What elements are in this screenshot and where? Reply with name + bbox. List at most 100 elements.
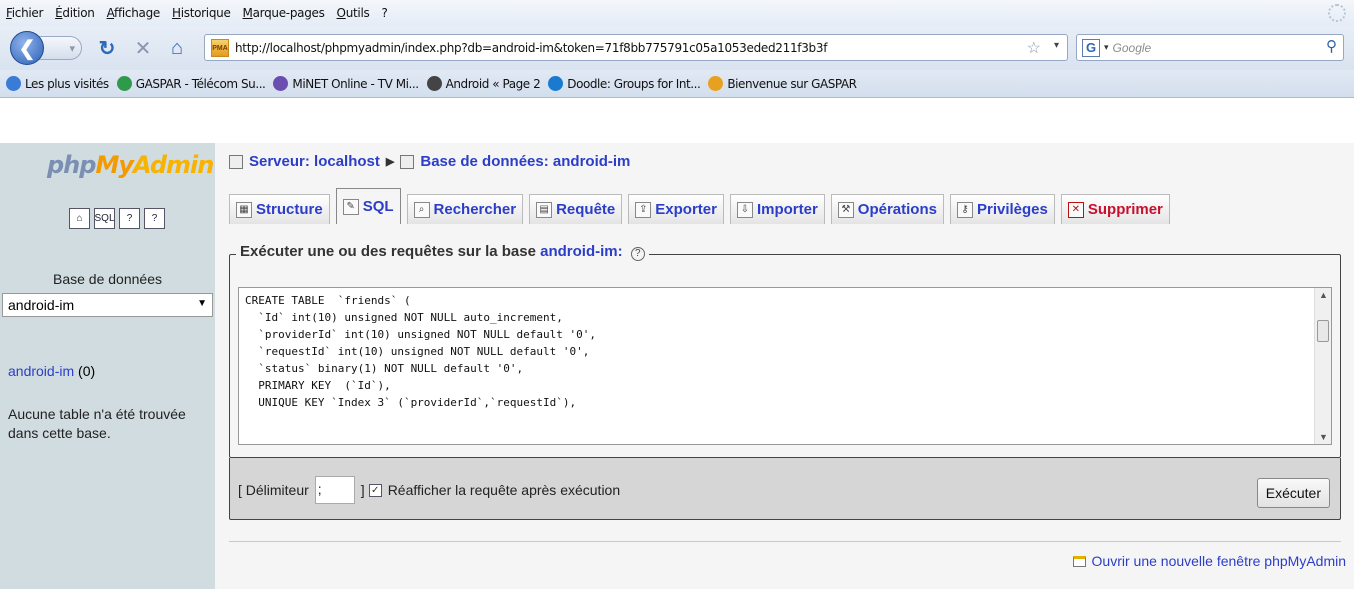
bookmark-item[interactable]: GASPAR - Télécom Su... <box>116 76 266 91</box>
new-window-link[interactable]: Ouvrir une nouvelle fenêtre phpMyAdmin <box>1072 553 1346 569</box>
tab-structure[interactable]: ▦ Structure <box>229 194 330 224</box>
sql-query-icon[interactable]: SQL <box>94 208 115 229</box>
menu-item[interactable]: Affichage <box>107 6 161 20</box>
search-engine-dropdown-icon[interactable]: ▾ <box>1104 42 1109 53</box>
url-text[interactable]: http://localhost/phpmyadmin/index.php?db… <box>235 41 827 55</box>
reload-icon[interactable]: ↻ <box>96 37 118 60</box>
bookmark-item[interactable]: MiNET Online - TV Mi... <box>273 76 419 91</box>
tab-label: Importer <box>756 201 818 218</box>
bookmark-item[interactable]: Android « Page 2 <box>426 76 541 91</box>
bookmark-item[interactable]: Les plus visités <box>6 76 109 91</box>
sql-query-textarea[interactable]: CREATE TABLE `friends` ( `Id` int(10) un… <box>238 287 1332 445</box>
chevron-down-icon: ▼ <box>197 298 207 309</box>
bookmark-star-icon[interactable]: ☆ <box>1027 38 1041 58</box>
menu-item[interactable]: Fichier <box>6 6 43 20</box>
tab-privileges[interactable]: ⚷ Privilèges <box>949 194 1055 224</box>
breadcrumb-database[interactable]: Base de données: android-im <box>420 153 630 170</box>
forward-button[interactable]: ▾ <box>38 36 82 60</box>
divider <box>229 541 1341 542</box>
home-icon[interactable]: ⌂ <box>166 37 188 59</box>
menu-item[interactable]: Outils <box>337 6 370 20</box>
tab-search[interactable]: ⌕ Rechercher <box>406 194 524 224</box>
database-link[interactable]: android-im <box>8 363 74 379</box>
new-window-label[interactable]: Ouvrir une nouvelle fenêtre phpMyAdmin <box>1092 553 1346 569</box>
stop-icon[interactable]: ✕ <box>132 37 154 60</box>
navigation-toolbar: ▾ ❮ ↻ ✕ ⌂ PMA http://localhost/phpmyadmi… <box>0 26 1354 70</box>
left-icon-bar: ⌂ SQL ? ? <box>69 208 165 229</box>
breadcrumb-server[interactable]: Serveur: localhost <box>249 153 380 170</box>
import-icon: ⇩ <box>736 201 753 218</box>
bookmark-label: MiNET Online - TV Mi... <box>292 76 419 91</box>
no-table-message: Aucune table n'a été trouvée dans cette … <box>8 406 186 441</box>
scroll-down-icon[interactable]: ▼ <box>1319 432 1328 442</box>
legend-database-name: android-im: <box>540 243 623 260</box>
help-docs-icon[interactable]: ? <box>144 208 165 229</box>
execute-button[interactable]: Exécuter <box>1256 478 1330 508</box>
tab-label: Rechercher <box>433 201 517 218</box>
server-icon <box>229 154 243 169</box>
bookmark-favicon-icon <box>426 76 442 91</box>
delimiter-label: [ Délimiteur <box>238 482 309 498</box>
bookmark-label: Bienvenue sur GASPAR <box>727 76 857 91</box>
search-placeholder: Google <box>1112 40 1152 55</box>
privileges-icon: ⚷ <box>956 201 973 218</box>
throbber-icon <box>1328 4 1346 22</box>
menu-item[interactable]: ? <box>381 6 387 20</box>
bookmark-favicon-icon <box>6 76 21 91</box>
bookmark-label: Android « Page 2 <box>445 76 541 91</box>
sql-legend: Exécuter une ou des requêtes sur la base… <box>236 243 649 261</box>
database-link-line: android-im (0) <box>8 363 95 379</box>
main-content-frame: Serveur: localhost ▶ Base de données: an… <box>215 143 1354 589</box>
textarea-scrollbar[interactable]: ▲ ▼ <box>1314 288 1331 444</box>
execute-bar: [ Délimiteur ; ] ✓ Réafficher la requête… <box>229 458 1341 520</box>
docs-icon[interactable]: ? <box>119 208 140 229</box>
search-icon: ⌕ <box>413 201 430 218</box>
delimiter-input[interactable]: ; <box>314 476 355 504</box>
query-icon: ▤ <box>536 201 553 218</box>
reshow-query-label[interactable]: Réafficher la requête après exécution <box>388 482 620 498</box>
phpmyadmin-favicon-icon: PMA <box>211 38 229 57</box>
menu-item[interactable]: Marque-pages <box>243 6 325 20</box>
left-navigation-frame: phpMyAdmin ⌂ SQL ? ? Base de données and… <box>0 143 215 589</box>
bookmark-label: Les plus visités <box>25 76 109 91</box>
tab-label: SQL <box>362 198 394 215</box>
scroll-up-icon[interactable]: ▲ <box>1319 290 1328 300</box>
back-button[interactable]: ❮ <box>10 31 44 65</box>
delete-icon: ✕ <box>1067 201 1084 218</box>
address-bar[interactable]: PMA http://localhost/phpmyadmin/index.ph… <box>204 34 1068 61</box>
sql-query-text[interactable]: CREATE TABLE `friends` ( `Id` int(10) un… <box>245 292 596 411</box>
tab-label: Opérations <box>857 201 937 218</box>
breadcrumb: Serveur: localhost ▶ Base de données: an… <box>229 153 630 170</box>
bookmark-item[interactable]: Bienvenue sur GASPAR <box>708 76 857 91</box>
bookmark-item[interactable]: Doodle: Groups for Int... <box>548 76 701 91</box>
tab-operations[interactable]: ⚒ Opérations <box>830 194 944 224</box>
home-icon[interactable]: ⌂ <box>69 208 90 229</box>
tab-sql[interactable]: ✎ SQL <box>335 188 401 224</box>
database-icon <box>400 154 415 169</box>
magnifier-icon[interactable]: ⚲ <box>1326 37 1337 55</box>
tab-export[interactable]: ⇪ Exporter <box>628 194 724 224</box>
phpmyadmin-logo[interactable]: phpMyAdmin <box>47 151 214 179</box>
tab-label: Privilèges <box>976 201 1048 218</box>
tab-delete[interactable]: ✕ Supprimer <box>1060 194 1170 224</box>
menu-item[interactable]: Historique <box>172 6 231 20</box>
help-icon[interactable]: ? <box>630 247 645 261</box>
table-count: (0) <box>78 363 96 379</box>
tab-label: Structure <box>256 201 323 218</box>
search-bar[interactable]: G ▾ Google ⚲ <box>1076 34 1344 61</box>
tab-query[interactable]: ▤ Requête <box>529 194 623 224</box>
database-label: Base de données <box>53 271 162 287</box>
menu-item[interactable]: Édition <box>55 6 95 20</box>
reshow-query-checkbox[interactable]: ✓ <box>368 483 382 497</box>
scrollbar-thumb[interactable] <box>1317 320 1329 342</box>
export-icon: ⇪ <box>635 201 652 218</box>
tab-label: Exporter <box>655 201 717 218</box>
menu-bar: Fichier Édition Affichage Historique Marque-… <box>0 0 1354 26</box>
bookmarks-toolbar: Les plus visités GASPAR - Télécom Su... Mi… <box>0 70 1354 98</box>
bookmark-label: GASPAR - Télécom Su... <box>135 76 266 91</box>
database-select[interactable]: android-im ▼ <box>2 293 213 317</box>
new-window-icon <box>1072 555 1086 567</box>
url-dropdown-icon[interactable]: ▾ <box>1054 40 1059 51</box>
tab-import[interactable]: ⇩ Importer <box>729 194 825 224</box>
google-icon[interactable]: G <box>1082 38 1100 57</box>
